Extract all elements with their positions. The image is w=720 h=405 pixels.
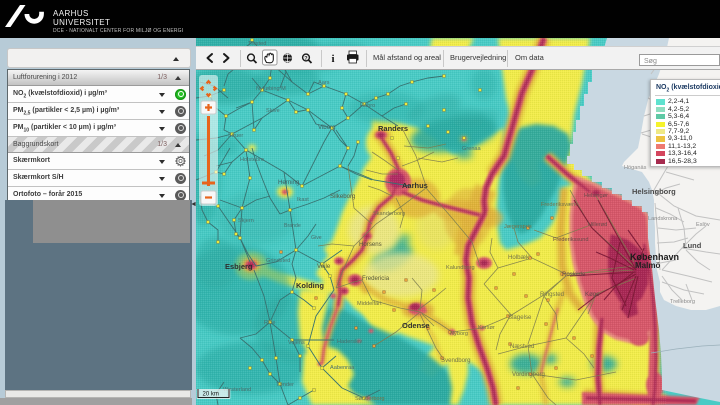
svg-text:Tønder: Tønder [276, 382, 294, 388]
svg-text:Nyborg: Nyborg [450, 331, 468, 337]
svg-text:Odense: Odense [402, 321, 430, 330]
svg-text:Skanderborg: Skanderborg [373, 211, 405, 217]
svg-text:Sønderborg: Sønderborg [355, 396, 385, 402]
svg-text:Ribe: Ribe [264, 320, 276, 326]
svg-text:Hobro: Hobro [360, 103, 375, 109]
svg-text:Korsør: Korsør [478, 325, 495, 331]
svg-text:Esbjerg: Esbjerg [225, 262, 253, 271]
svg-text:Viborg: Viborg [318, 124, 336, 131]
svg-text:Grindsted: Grindsted [266, 258, 290, 264]
svg-text:Frederiksværk: Frederiksværk [541, 202, 577, 208]
svg-text:Holbæk: Holbæk [508, 254, 530, 261]
svg-text:Trelleborg: Trelleborg [670, 299, 695, 305]
svg-text:Haderslev: Haderslev [337, 339, 362, 345]
svg-text:Aarhus: Aarhus [402, 181, 428, 190]
svg-text:Vordingborg: Vordingborg [512, 371, 545, 378]
svg-text:Næstved: Næstved [510, 343, 534, 350]
svg-text:Hillerød: Hillerød [588, 222, 607, 228]
svg-text:Slagelse: Slagelse [508, 314, 532, 321]
svg-text:Aars: Aars [318, 80, 330, 86]
svg-text:Horsens: Horsens [359, 241, 382, 248]
svg-text:Skjern: Skjern [238, 218, 254, 224]
svg-text:Kolding: Kolding [296, 281, 324, 290]
svg-text:Höganäs: Höganäs [624, 165, 647, 171]
svg-text:Landskrona: Landskrona [648, 216, 678, 222]
svg-text:Lund: Lund [683, 241, 702, 250]
svg-text:Skive: Skive [266, 108, 280, 114]
svg-text:Vojens: Vojens [288, 340, 305, 346]
svg-text:i: i [332, 53, 335, 65]
svg-text:Jægerspris: Jægerspris [504, 224, 532, 230]
svg-text:Randers: Randers [378, 124, 408, 133]
svg-text:Kalundborg: Kalundborg [446, 265, 475, 271]
svg-text:Vejle: Vejle [317, 263, 331, 270]
svg-text:Eslöv: Eslöv [696, 222, 710, 228]
svg-text:Helsingborg: Helsingborg [632, 187, 676, 196]
svg-text:Silkeborg: Silkeborg [330, 193, 355, 200]
svg-text:Helsingør: Helsingør [584, 193, 608, 199]
svg-text:Grenaa: Grenaa [462, 146, 482, 152]
svg-text:Give: Give [311, 235, 322, 241]
svg-text:20 km: 20 km [203, 392, 219, 398]
svg-text:Herning: Herning [278, 179, 299, 186]
svg-text:Brande: Brande [284, 223, 301, 229]
svg-text:Fredericia: Fredericia [362, 275, 390, 282]
svg-text:Aabenraa: Aabenraa [330, 365, 355, 371]
svg-text:Frederikssund: Frederikssund [553, 237, 588, 243]
svg-text:Middelfart: Middelfart [357, 301, 382, 307]
svg-text:Køge: Køge [585, 291, 600, 298]
svg-text:Holstebro: Holstebro [240, 157, 264, 163]
svg-text:Struer: Struer [228, 133, 243, 139]
svg-text:Roskilde: Roskilde [562, 271, 586, 278]
svg-text:Ikast: Ikast [297, 197, 309, 203]
svg-text:Nykøbing M: Nykøbing M [256, 86, 286, 92]
svg-text:Malmö: Malmö [635, 261, 660, 270]
svg-text:Ringsted: Ringsted [540, 291, 564, 298]
svg-text:Svendborg: Svendborg [441, 357, 470, 364]
